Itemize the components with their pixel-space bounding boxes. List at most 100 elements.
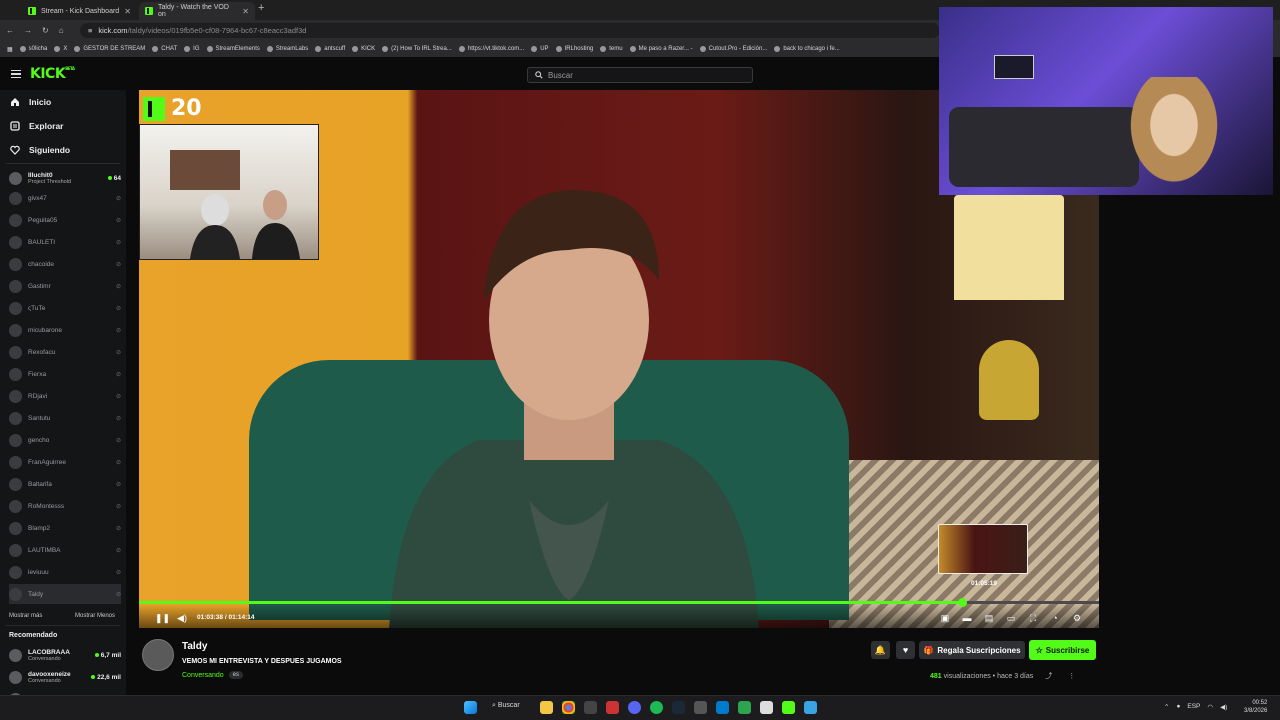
following-channel[interactable]: RoMontesss ⊘ [9,496,121,516]
site-info-icon[interactable]: ≡ [88,26,92,35]
new-tab-icon[interactable]: + [258,2,264,14]
notion-icon[interactable] [760,701,773,714]
bookmark-item[interactable]: GESTOR DE STREAM [74,46,145,52]
following-channel[interactable]: BAULETI ⊘ [9,232,121,252]
speaker-icon[interactable]: ◀) [1220,703,1227,711]
theater-mode-icon[interactable]: ▭ [1006,613,1016,623]
channel-name[interactable]: Taldy [182,641,207,652]
app-icon[interactable] [694,701,707,714]
bookmark-item[interactable]: IRLhosting [555,46,593,52]
miniplayer-icon[interactable]: ▣ [940,613,950,623]
kick-app-icon[interactable] [782,701,795,714]
following-channel[interactable]: ςTuTe ⊘ [9,298,121,318]
language-tag[interactable]: es [228,671,243,679]
bookmark-item[interactable]: temu [600,46,623,52]
recommended-channel[interactable]: davooxeneize Conversando 22,6 mil [9,666,121,688]
following-channel[interactable]: Baltarifa ⊘ [9,474,121,494]
spotify-icon[interactable] [650,701,663,714]
bookmark-item[interactable]: IG [184,46,200,52]
follow-button[interactable]: ♥ [896,641,915,659]
vscode-icon[interactable] [716,701,729,714]
app-icon[interactable] [738,701,751,714]
bookmark-item[interactable]: StreamLabs [266,46,308,52]
following-channel[interactable]: Gastimr ⊘ [9,276,121,296]
progress-knob[interactable] [957,598,967,607]
bookmark-item[interactable]: Cutout.Pro - Edición... [699,46,767,52]
bookmark-item[interactable]: UP [531,46,549,52]
tab-kick-dashboard[interactable]: Stream - Kick Dashboard ✕ [22,2,137,20]
close-tab-icon[interactable]: ✕ [242,7,249,16]
home-icon[interactable]: ⌂ [59,26,64,35]
apps-icon[interactable]: ▦ [7,46,13,53]
following-channel[interactable]: givx47 ⊘ [9,188,121,208]
tray-chevron-icon[interactable]: ⌃ [1164,703,1169,711]
bookmark-item[interactable]: https://vt.tiktok.com... [458,46,524,52]
language-indicator[interactable]: ESP [1187,703,1200,711]
forward-icon[interactable]: → [24,26,32,35]
bookmark-item[interactable]: Me paso a Razer... - [629,46,693,52]
captions-icon[interactable]: ▤ [984,613,994,623]
volume-icon[interactable]: ◀) [177,613,187,623]
search-input[interactable]: Buscar [527,67,753,83]
back-icon[interactable]: ← [6,26,14,35]
following-channel[interactable]: chacoide ⊘ [9,254,121,274]
fullscreen-icon[interactable]: ⛶ [1028,613,1038,623]
taskbar-search[interactable]: ⌕ Buscar [492,702,520,710]
gift-subs-button[interactable]: 🎁 Regala Suscripciones [919,641,1025,659]
taskbar-clock[interactable]: 00:52 3/8/2026 [1244,699,1267,715]
chrome-icon[interactable] [562,701,575,714]
following-channel[interactable]: RDjavi ⊘ [9,386,121,406]
discord-icon[interactable] [628,701,641,714]
following-channel[interactable]: micubarone ⊘ [9,320,121,340]
bookmark-item[interactable]: antscuff [315,46,345,52]
bookmark-item[interactable]: back to chicago i fe... [774,46,840,52]
reload-icon[interactable]: ↻ [42,26,49,35]
more-options-icon[interactable]: ⋮ [1068,673,1075,680]
tab-taldy-vod[interactable]: Taldy - Watch the VOD on ✕ [139,2,255,20]
following-channel[interactable]: gencho ⊘ [9,430,121,450]
clip-icon[interactable]: ▬ [962,613,972,623]
bookmark-item[interactable]: KICK [352,46,375,52]
following-channel[interactable]: Taldy ⊘ [9,584,121,604]
subscribe-button[interactable]: ☆ Suscribirse [1029,640,1096,660]
nav-inicio[interactable]: Inicio [10,97,51,107]
menu-icon[interactable] [11,70,21,78]
steam-icon[interactable] [672,701,685,714]
channel-avatar[interactable] [142,639,174,671]
following-channel[interactable]: Santutu ⊘ [9,408,121,428]
recommended-channel[interactable]: LACOBRAAA Conversando 6,7 mil [9,644,121,666]
mic-icon[interactable]: ● [1176,703,1180,711]
pause-icon[interactable]: ❚❚ [155,613,170,623]
following-channel[interactable]: Illuchit0 Project Threshold 64 [9,166,121,190]
app-icon[interactable] [584,701,597,714]
following-channel[interactable]: leviuuu ⊘ [9,562,121,582]
following-channel[interactable]: Blamp2 ⊘ [9,518,121,538]
bookmark-item[interactable]: s0licha [19,46,47,52]
app-icon[interactable] [606,701,619,714]
wifi-icon[interactable]: ◠ [1207,703,1213,711]
bookmark-item[interactable]: CHAT [152,46,177,52]
nav-siguiendo[interactable]: Siguiendo [10,145,70,155]
nav-explorar[interactable]: Explorar [10,121,64,131]
bookmark-item[interactable]: (2) How To IRL Strea... [382,46,452,52]
show-less-link[interactable]: Mostrar Menos [75,613,115,619]
bookmark-item[interactable]: StreamElements [206,46,260,52]
file-explorer-icon[interactable] [540,701,553,714]
close-tab-icon[interactable]: ✕ [124,7,131,16]
notes-icon[interactable] [804,701,817,714]
notifications-button[interactable]: 🔔 [871,641,890,659]
following-channel[interactable]: Peguita05 ⊘ [9,210,121,230]
category-link[interactable]: Conversando [182,672,224,679]
following-channel[interactable]: Fierxa ⊘ [9,364,121,384]
following-channel[interactable]: FranAguirree ⊘ [9,452,121,472]
settings-gear-icon[interactable]: ⚙ [1072,613,1082,623]
following-channel[interactable]: Rexofacu ⊘ [9,342,121,362]
bookmark-item[interactable]: X [54,46,67,52]
playback-speed-icon[interactable]: ◔ [1050,613,1060,623]
share-icon[interactable]: ⤴ [1045,673,1052,680]
show-more-link[interactable]: Mostrar más [9,613,42,619]
kick-logo[interactable]: KICKBETA [30,66,75,82]
start-icon[interactable] [464,701,477,714]
following-channel[interactable]: LAUTIMBA ⊘ [9,540,121,560]
address-bar[interactable]: ≡ kick.com/taldy/videos/019fb5e0-cf08-79… [80,23,940,38]
